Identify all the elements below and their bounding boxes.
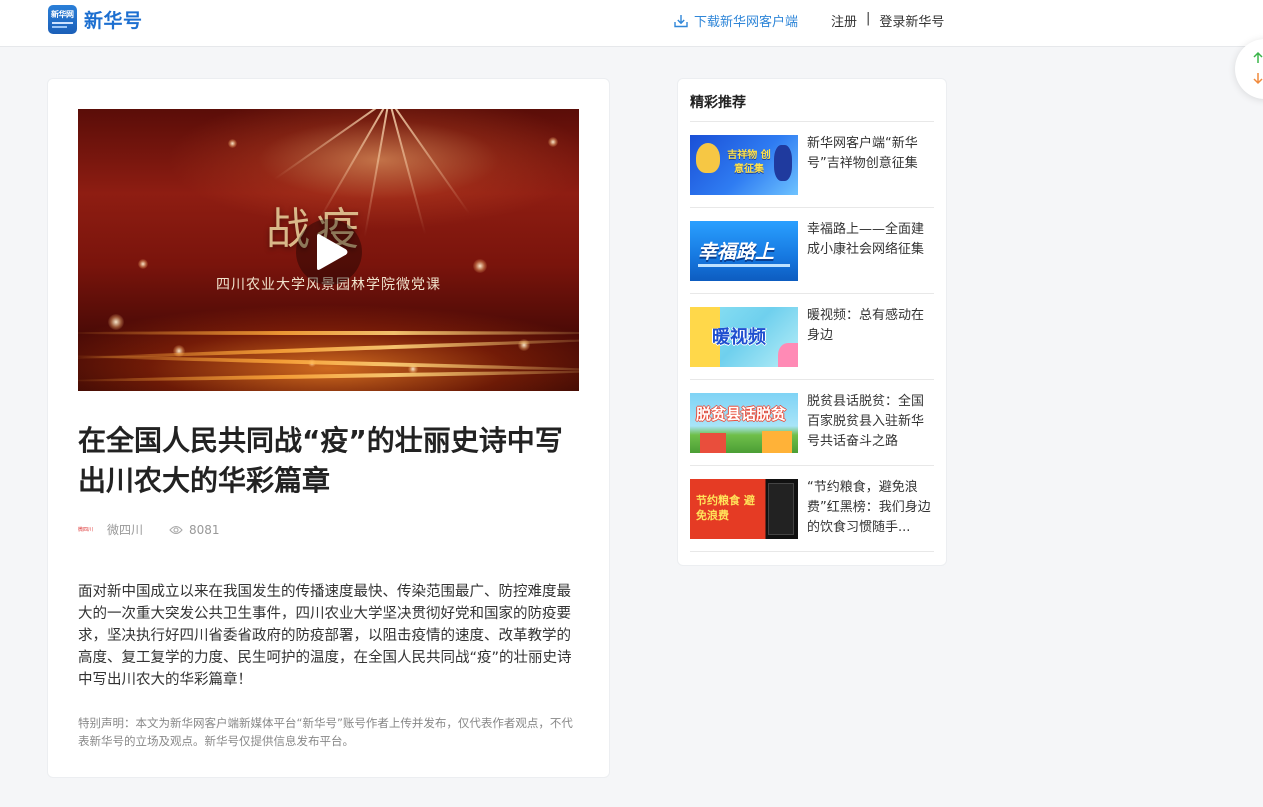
recommend-title: 精彩推荐 (690, 95, 746, 111)
logo-icon: 新华网 (48, 5, 77, 34)
recommend-thumbnail: 节约粮食 避免浪费 (690, 479, 798, 539)
recommend-item[interactable]: 暖视频 暖视频：总有感动在身边 (690, 294, 934, 380)
author-avatar: 微四川 (78, 526, 94, 533)
article-video[interactable]: 战疫 四川农业大学风景园林学院微党课 (78, 109, 579, 391)
eye-icon (169, 525, 183, 535)
register-link[interactable]: 注册 (831, 11, 857, 30)
article-disclaimer: 特别声明：本文为新华网客户端新媒体平台“新华号”账号作者上传并发布，仅代表作者观… (78, 716, 573, 748)
recommend-thumbnail: 暖视频 (690, 307, 798, 367)
recommend-item-text: “节约粮食，避免浪费”红黑榜：我们身边的饮食习惯随手... (807, 480, 931, 535)
download-app-label: 下载新华网客户端 (694, 15, 799, 30)
recommend-sidebar: 精彩推荐 吉祥物 创意征集 新华网客户端“新华号”吉祥物创意征集 幸福路上 幸福… (677, 78, 947, 566)
article-title: 在全国人民共同战“疫”的壮丽史诗中写出川农大的华彩篇章 (78, 424, 563, 497)
recommend-item-text: 幸福路上——全面建成小康社会网络征集 (807, 222, 925, 257)
play-button[interactable] (296, 219, 362, 285)
thumb-label: 吉祥物 创意征集 (727, 150, 771, 175)
recommend-item[interactable]: 脱贫县话脱贫 脱贫县话脱贫：全国百家脱贫县入驻新华号共话奋斗之路 (690, 380, 934, 466)
login-link[interactable]: 登录新华号 (879, 11, 944, 30)
top-header: 新华网 新华号 下载新华网客户端 注册 | 登录新华号 (0, 0, 1263, 47)
scroll-up-icon[interactable] (1251, 51, 1263, 65)
recommend-item-text: 暖视频：总有感动在身边 (807, 308, 925, 343)
recommend-item-text: 新华网客户端“新华号”吉祥物创意征集 (807, 136, 918, 171)
thumb-label: 脱贫县话脱贫 (696, 405, 787, 423)
article-meta: 微四川 微四川 8081 (78, 521, 220, 538)
auth-links: 注册 | 登录新华号 (831, 11, 944, 30)
article-card: 战疫 四川农业大学风景园林学院微党课 在全国人民共同战“疫”的壮丽史诗中写出川农… (47, 78, 610, 778)
download-app-link[interactable]: 下载新华网客户端 (673, 11, 798, 30)
thumb-label: 幸福路上 (698, 241, 775, 263)
logo-text: 新华号 (84, 10, 143, 32)
recommend-thumbnail: 脱贫县话脱贫 (690, 393, 798, 453)
scroll-widget (1235, 39, 1263, 99)
recommend-item[interactable]: 吉祥物 创意征集 新华网客户端“新华号”吉祥物创意征集 (690, 122, 934, 208)
recommend-item[interactable]: 节约粮食 避免浪费 “节约粮食，避免浪费”红黑榜：我们身边的饮食习惯随手... (690, 466, 934, 552)
thumb-label: 节约粮食 避免浪费 (696, 494, 755, 522)
scroll-down-icon[interactable] (1251, 71, 1263, 85)
auth-separator: | (866, 11, 871, 26)
recommend-thumbnail: 吉祥物 创意征集 (690, 135, 798, 195)
site-logo[interactable]: 新华网 新华号 (48, 5, 143, 34)
author-name[interactable]: 微四川 (107, 521, 143, 538)
thumb-label: 暖视频 (712, 327, 766, 348)
recommend-thumbnail: 幸福路上 (690, 221, 798, 281)
view-count: 8081 (189, 522, 220, 537)
recommend-item[interactable]: 幸福路上 幸福路上——全面建成小康社会网络征集 (690, 208, 934, 294)
play-icon (317, 234, 348, 270)
logo-icon-text: 新华网 (51, 10, 74, 19)
article-summary: 面对新中国成立以来在我国发生的传播速度最快、传染范围最广、防控难度最大的一次重大… (78, 584, 572, 688)
recommend-item-text: 脱贫县话脱贫：全国百家脱贫县入驻新华号共话奋斗之路 (807, 394, 925, 449)
download-icon (674, 14, 688, 27)
